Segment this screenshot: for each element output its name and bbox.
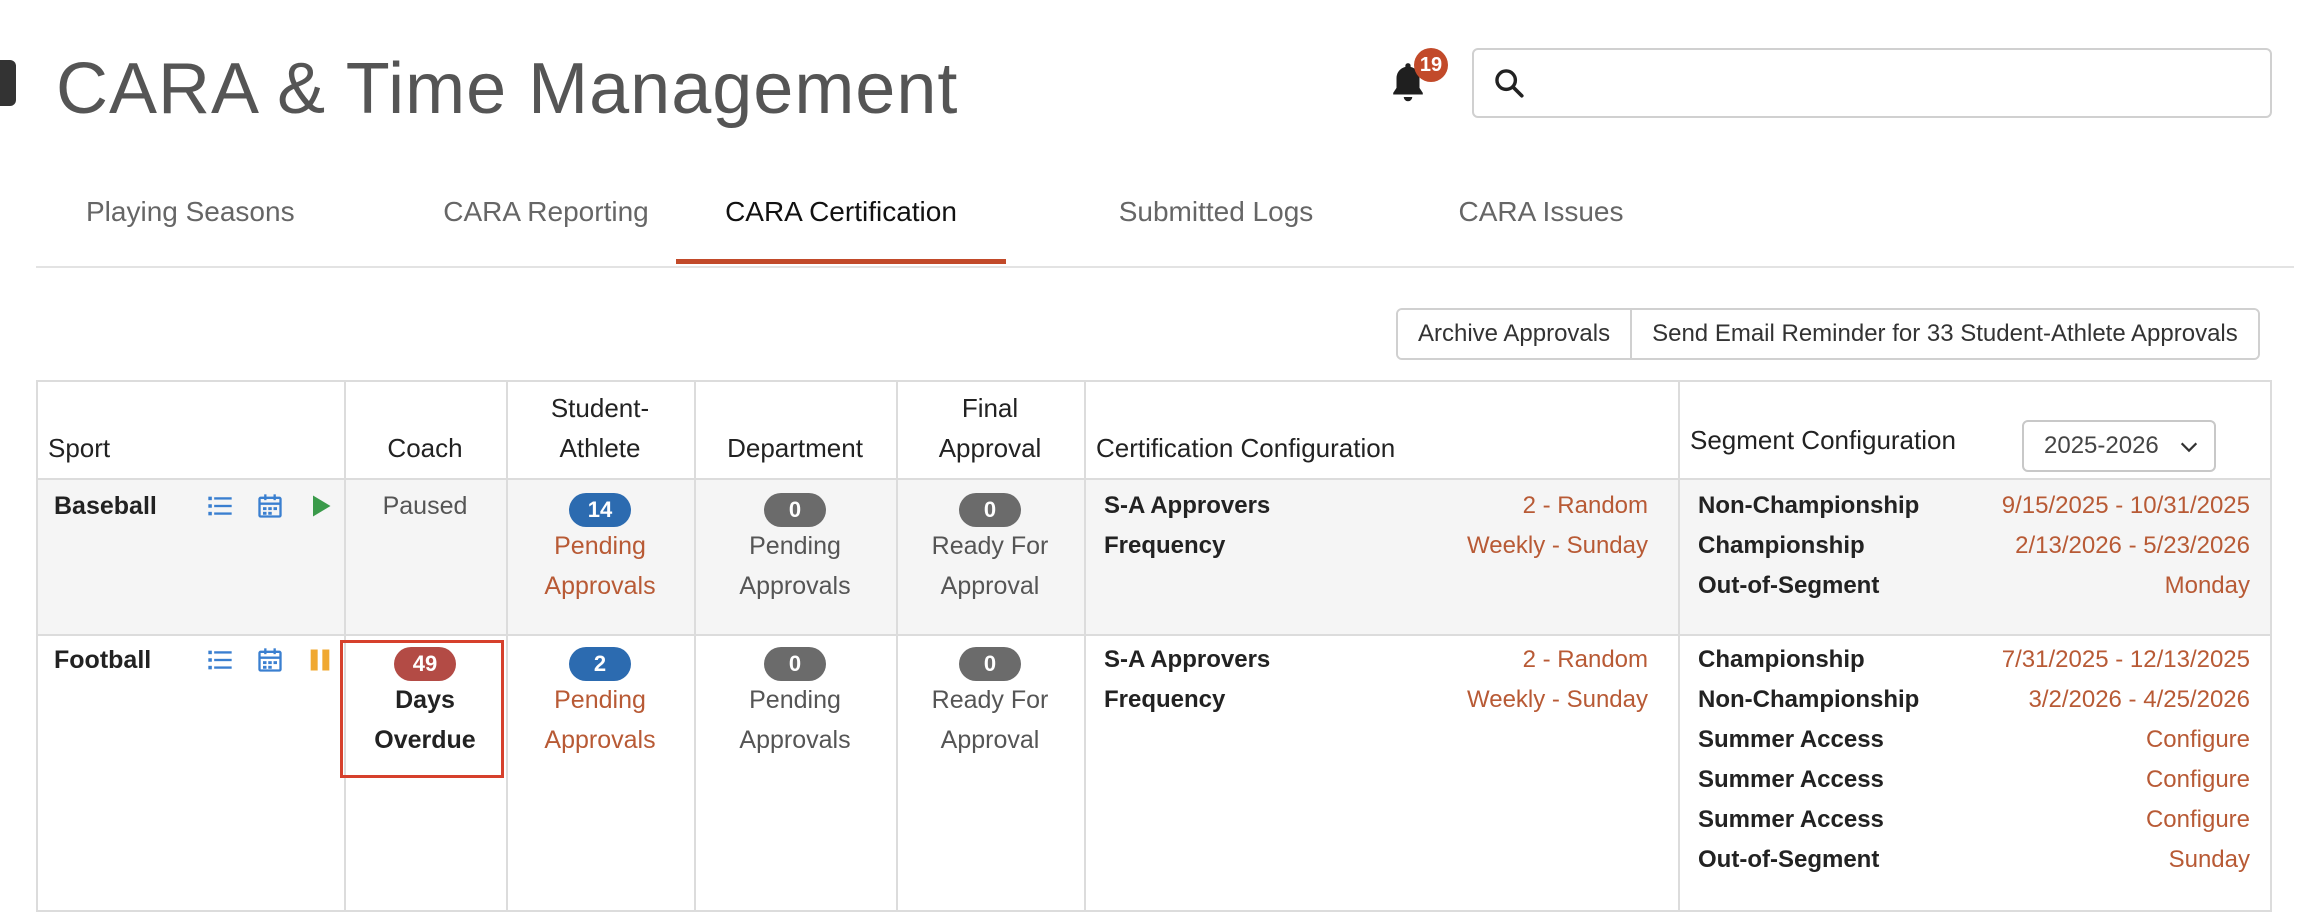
segment-value[interactable]: 3/2/2026 - 4/25/2026 bbox=[2028, 680, 2250, 720]
segment-value[interactable]: Monday bbox=[2165, 566, 2250, 606]
segment-label: Out-of-Segment bbox=[1698, 846, 1880, 873]
tab-submitted-logs[interactable]: Submitted Logs bbox=[1066, 196, 1366, 264]
segment-configure-link[interactable]: Configure bbox=[2146, 760, 2250, 800]
sidebar-toggle[interactable] bbox=[0, 60, 16, 106]
segment-configure-link[interactable]: Configure bbox=[2146, 800, 2250, 840]
segment-label: Out-of-Segment bbox=[1698, 572, 1880, 599]
header-final-approval-line1: Final bbox=[961, 393, 1019, 423]
segment-label: Summer Access bbox=[1698, 726, 1884, 753]
department-status-line1: Pending bbox=[749, 686, 841, 714]
notification-badge: 19 bbox=[1414, 48, 1448, 82]
search-icon bbox=[1495, 69, 1524, 98]
department-count-badge: 0 bbox=[764, 493, 826, 527]
student-athlete-count-badge[interactable]: 14 bbox=[569, 493, 631, 527]
header-sport: Sport bbox=[48, 433, 111, 463]
segment-value[interactable]: Sunday bbox=[2169, 840, 2250, 880]
header-department: Department bbox=[727, 433, 863, 463]
segment-value[interactable]: 7/31/2025 - 12/13/2025 bbox=[2002, 640, 2250, 680]
coach-status: Paused bbox=[382, 492, 468, 520]
cert-label: Frequency bbox=[1104, 532, 1226, 559]
final-approval-count-badge: 0 bbox=[959, 647, 1021, 681]
cert-label: Frequency bbox=[1104, 686, 1226, 713]
segment-configure-link[interactable]: Configure bbox=[2146, 720, 2250, 760]
sport-name: Baseball bbox=[54, 492, 157, 520]
final-approval-status-line2: Approval bbox=[940, 572, 1040, 600]
archive-approvals-button[interactable]: Archive Approvals bbox=[1398, 310, 1631, 358]
cert-label: S-A Approvers bbox=[1104, 492, 1271, 519]
cert-label: S-A Approvers bbox=[1104, 646, 1271, 673]
header-segment-configuration: Segment Configuration bbox=[1690, 425, 1956, 455]
student-athlete-status-line2[interactable]: Approvals bbox=[506, 566, 694, 606]
play-icon[interactable] bbox=[306, 492, 334, 520]
year-select[interactable]: 2025-2026 bbox=[2022, 420, 2216, 472]
sport-name: Football bbox=[54, 646, 152, 674]
student-athlete-status-line2[interactable]: Approvals bbox=[506, 720, 694, 760]
student-athlete-status-line1[interactable]: Pending bbox=[506, 680, 694, 720]
final-approval-count-badge: 0 bbox=[959, 493, 1021, 527]
overdue-highlight bbox=[340, 640, 504, 778]
list-icon[interactable] bbox=[206, 646, 234, 674]
department-status-line2: Approvals bbox=[739, 572, 851, 600]
header-student-athlete-line2: Athlete bbox=[559, 433, 641, 463]
segment-label: Championship bbox=[1698, 646, 1865, 673]
page-title: CARA & Time Management bbox=[56, 49, 959, 129]
header-final-approval-line2: Approval bbox=[938, 433, 1042, 463]
department-count-badge: 0 bbox=[764, 647, 826, 681]
tab-playing-seasons[interactable]: Playing Seasons bbox=[86, 196, 295, 264]
cert-value[interactable]: Weekly - Sunday bbox=[1467, 526, 1648, 566]
tab-cara-reporting[interactable]: CARA Reporting bbox=[396, 196, 696, 264]
final-approval-status-line2: Approval bbox=[940, 726, 1040, 754]
segment-label: Championship bbox=[1698, 532, 1865, 559]
cert-value[interactable]: 2 - Random bbox=[1523, 486, 1648, 526]
header-certification-configuration: Certification Configuration bbox=[1096, 433, 1396, 463]
action-button-group: Archive Approvals Send Email Reminder fo… bbox=[1396, 308, 2260, 360]
student-athlete-count-badge[interactable]: 2 bbox=[569, 647, 631, 681]
department-status-line1: Pending bbox=[749, 532, 841, 560]
segment-label: Non-Championship bbox=[1698, 686, 1920, 713]
cert-value[interactable]: 2 - Random bbox=[1523, 640, 1648, 680]
calendar-icon[interactable] bbox=[256, 492, 284, 520]
send-email-reminder-button[interactable]: Send Email Reminder for 33 Student-Athle… bbox=[1630, 310, 2258, 358]
department-status-line2: Approvals bbox=[739, 726, 851, 754]
cert-value[interactable]: Weekly - Sunday bbox=[1467, 680, 1648, 720]
header-coach: Coach bbox=[387, 433, 463, 463]
segment-value[interactable]: 9/15/2025 - 10/31/2025 bbox=[2002, 486, 2250, 526]
search-box[interactable] bbox=[1472, 48, 2272, 118]
segment-label: Non-Championship bbox=[1698, 492, 1920, 519]
tab-cara-issues[interactable]: CARA Issues bbox=[1396, 196, 1686, 264]
header-student-athlete-line1: Student- bbox=[550, 393, 650, 423]
certification-table: Sport Coach Student- Athlete Department … bbox=[36, 380, 2272, 912]
segment-label: Summer Access bbox=[1698, 806, 1884, 833]
tab-bar: Playing Seasons CARA Reporting CARA Cert… bbox=[36, 190, 2294, 268]
tab-cara-certification[interactable]: CARA Certification bbox=[676, 196, 1006, 264]
chevron-down-icon bbox=[2180, 442, 2198, 453]
calendar-icon[interactable] bbox=[256, 646, 284, 674]
final-approval-status-line1: Ready For bbox=[931, 686, 1049, 714]
year-select-value: 2025-2026 bbox=[2044, 432, 2159, 459]
pause-icon[interactable] bbox=[306, 646, 334, 674]
segment-value[interactable]: 2/13/2026 - 5/23/2026 bbox=[2015, 526, 2250, 566]
list-icon[interactable] bbox=[206, 492, 234, 520]
final-approval-status-line1: Ready For bbox=[931, 532, 1049, 560]
student-athlete-status-line1[interactable]: Pending bbox=[506, 526, 694, 566]
search-input[interactable] bbox=[1538, 66, 2270, 100]
segment-label: Summer Access bbox=[1698, 766, 1884, 793]
